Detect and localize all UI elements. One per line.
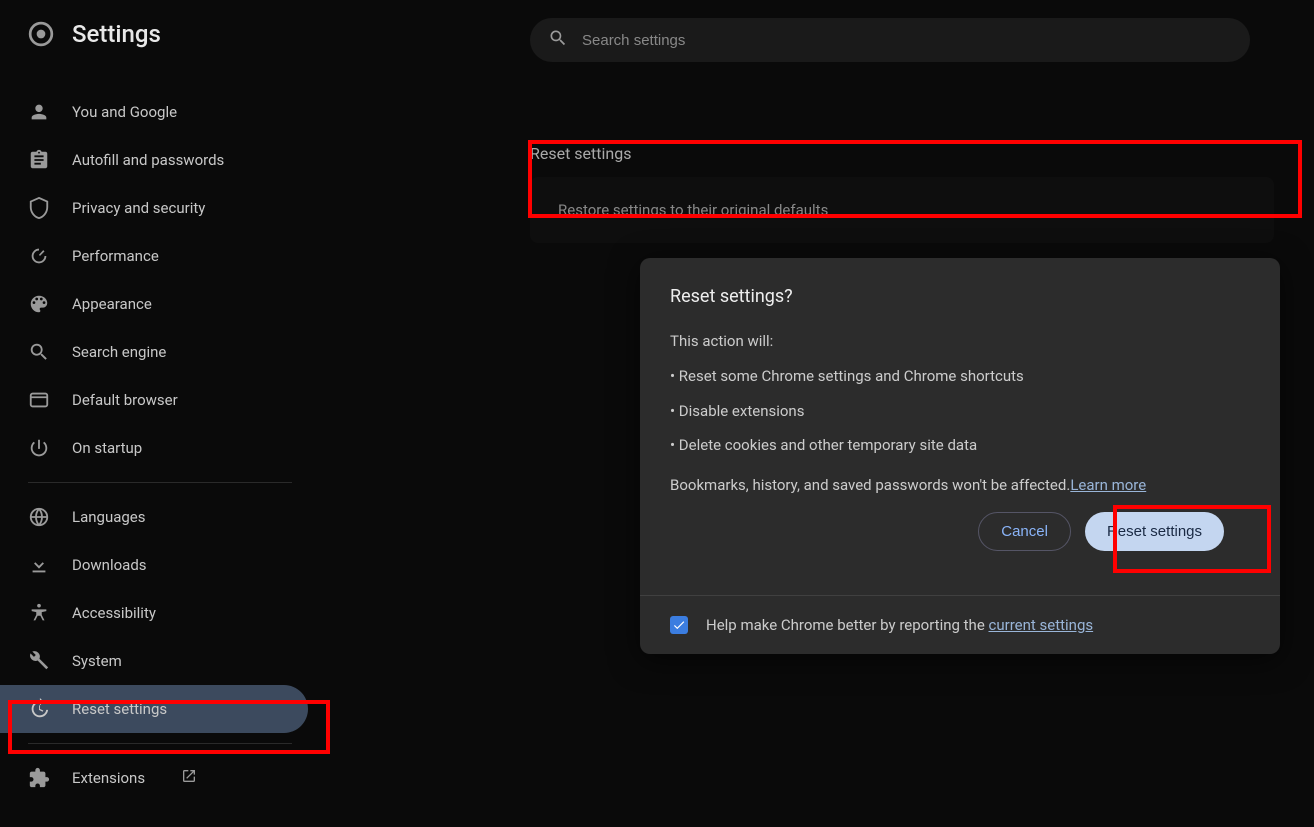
dialog-title: Reset settings?: [670, 286, 1250, 307]
dialog-footer-text: Bookmarks, history, and saved passwords …: [670, 476, 1250, 494]
dialog-footer: Help make Chrome better by reporting the…: [640, 595, 1280, 654]
extension-icon: [28, 767, 50, 789]
page-title: Settings: [72, 20, 161, 48]
section-title: Reset settings: [530, 144, 1274, 163]
sidebar-item-on-startup[interactable]: On startup: [0, 424, 320, 472]
divider: [28, 482, 292, 483]
cancel-button[interactable]: Cancel: [978, 512, 1071, 551]
chrome-icon: [28, 21, 54, 47]
restore-defaults-row[interactable]: Restore settings to their original defau…: [530, 177, 1274, 243]
learn-more-link[interactable]: Learn more: [1070, 476, 1146, 494]
sidebar-item-label: Performance: [72, 247, 159, 265]
person-icon: [28, 101, 50, 123]
sidebar-item-system[interactable]: System: [0, 637, 320, 685]
sidebar-item-reset-settings[interactable]: Reset settings: [0, 685, 308, 733]
sidebar-item-autofill[interactable]: Autofill and passwords: [0, 136, 320, 184]
main-content: Reset settings Restore settings to their…: [530, 18, 1274, 243]
sidebar-item-label: Languages: [72, 508, 146, 526]
sidebar-item-label: Default browser: [72, 391, 178, 409]
sidebar-item-label: System: [72, 652, 122, 670]
sidebar-item-label: Appearance: [72, 295, 152, 313]
report-checkbox[interactable]: [670, 616, 688, 634]
sidebar-item-label: Search engine: [72, 343, 166, 361]
search-input[interactable]: [582, 32, 1232, 49]
power-icon: [28, 437, 50, 459]
shield-icon: [28, 197, 50, 219]
sidebar-item-languages[interactable]: Languages: [0, 493, 320, 541]
wrench-icon: [28, 650, 50, 672]
search-icon: [548, 28, 568, 52]
divider: [28, 743, 292, 744]
globe-icon: [28, 506, 50, 528]
dialog-bullet: • Delete cookies and other temporary sit…: [670, 433, 1250, 458]
browser-icon: [28, 389, 50, 411]
row-label: Restore settings to their original defau…: [558, 201, 828, 219]
dialog-bullet: • Disable extensions: [670, 399, 1250, 424]
sidebar-item-label: Reset settings: [72, 700, 167, 718]
sidebar-item-label: You and Google: [72, 103, 177, 121]
dialog-lead: This action will:: [670, 329, 1250, 354]
sidebar-item-label: Accessibility: [72, 604, 156, 622]
dialog-body: Reset settings? This action will: • Rese…: [640, 258, 1280, 595]
sidebar-item-label: Privacy and security: [72, 199, 205, 217]
sidebar-item-search-engine[interactable]: Search engine: [0, 328, 320, 376]
sidebar-item-label: On startup: [72, 439, 142, 457]
current-settings-link[interactable]: current settings: [989, 616, 1094, 634]
sidebar-item-privacy[interactable]: Privacy and security: [0, 184, 320, 232]
dialog-bullet: • Reset some Chrome settings and Chrome …: [670, 364, 1250, 389]
sidebar-item-extensions[interactable]: Extensions: [0, 754, 320, 802]
reset-settings-dialog: Reset settings? This action will: • Rese…: [640, 258, 1280, 654]
dialog-text: This action will: • Reset some Chrome se…: [670, 329, 1250, 458]
sidebar: You and Google Autofill and passwords Pr…: [0, 80, 320, 810]
external-link-icon: [181, 768, 197, 788]
sidebar-item-label: Downloads: [72, 556, 147, 574]
checkbox-label: Help make Chrome better by reporting the…: [706, 616, 1093, 634]
sidebar-item-you-and-google[interactable]: You and Google: [0, 88, 320, 136]
reset-settings-button[interactable]: Reset settings: [1085, 512, 1224, 551]
sidebar-item-performance[interactable]: Performance: [0, 232, 320, 280]
sidebar-item-label: Extensions: [72, 769, 145, 787]
search-icon: [28, 341, 50, 363]
speedometer-icon: [28, 245, 50, 267]
palette-icon: [28, 293, 50, 315]
sidebar-item-appearance[interactable]: Appearance: [0, 280, 320, 328]
sidebar-item-label: Autofill and passwords: [72, 151, 224, 169]
sidebar-item-downloads[interactable]: Downloads: [0, 541, 320, 589]
dialog-buttons: Cancel Reset settings: [670, 494, 1250, 573]
sidebar-item-accessibility[interactable]: Accessibility: [0, 589, 320, 637]
accessibility-icon: [28, 602, 50, 624]
clipboard-icon: [28, 149, 50, 171]
search-box[interactable]: [530, 18, 1250, 62]
history-icon: [28, 698, 50, 720]
sidebar-item-default-browser[interactable]: Default browser: [0, 376, 320, 424]
download-icon: [28, 554, 50, 576]
